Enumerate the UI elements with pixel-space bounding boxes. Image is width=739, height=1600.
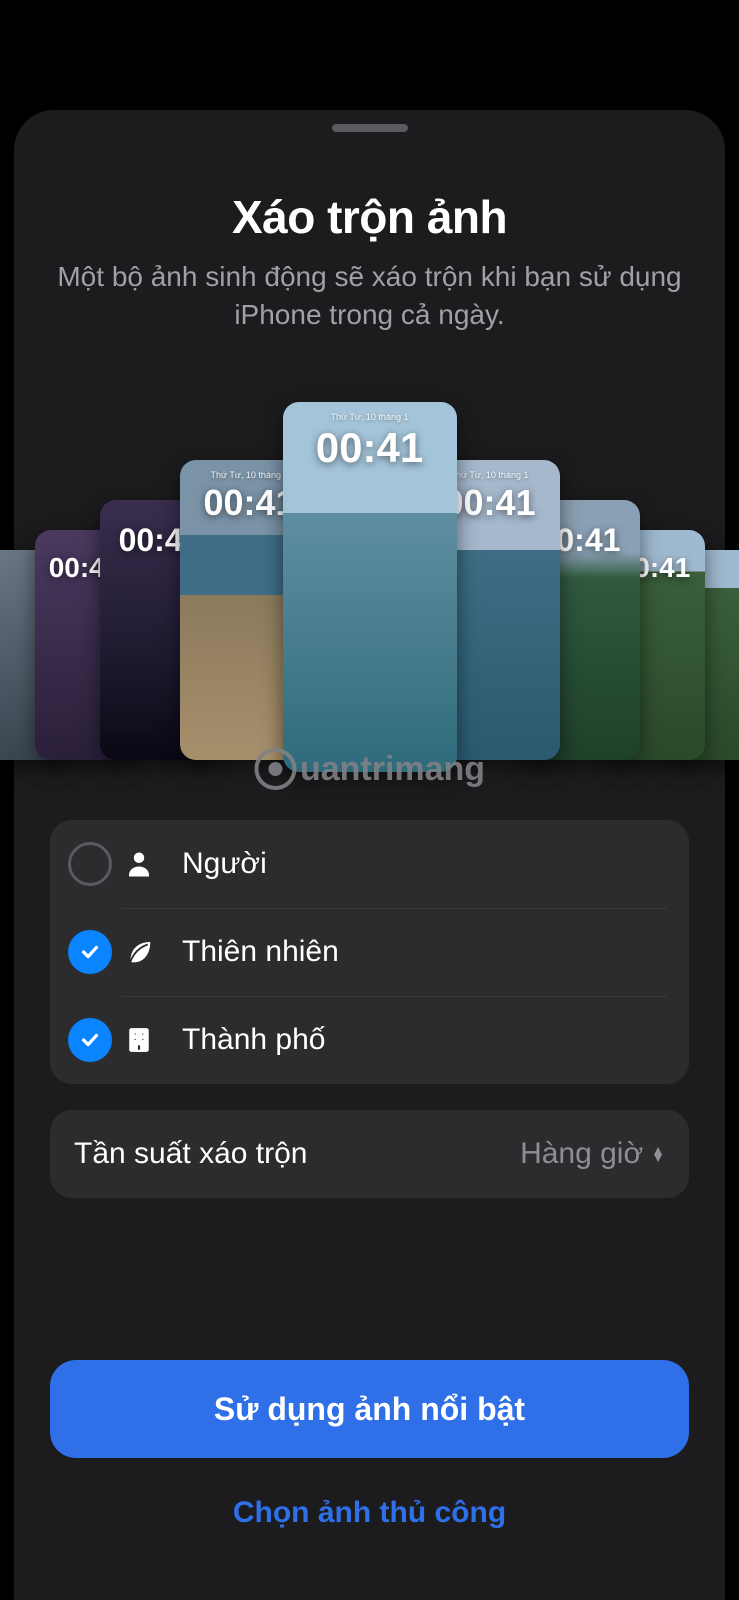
category-label: Thành phố (182, 1023, 325, 1057)
frequency-label: Tần suất xáo trộn (74, 1137, 307, 1171)
category-row-city[interactable]: Thành phố (50, 996, 689, 1084)
category-options-card: Người Thiên nhiên Thành phố (50, 820, 689, 1084)
checkbox-checked-icon[interactable] (68, 1018, 112, 1062)
leaf-icon (122, 937, 156, 967)
page-subtitle: Một bộ ảnh sinh động sẽ xáo trộn khi bạn… (54, 258, 685, 334)
frequency-value[interactable]: Hàng giờ ▲▼ (520, 1137, 665, 1171)
sheet-grabber[interactable] (332, 124, 408, 132)
frequency-row[interactable]: Tần suất xáo trộn Hàng giờ ▲▼ (50, 1110, 689, 1198)
watermark-q-icon (254, 748, 296, 790)
category-label: Người (182, 847, 267, 881)
shuffle-photos-sheet: Xáo trộn ảnh Một bộ ảnh sinh động sẽ xáo… (14, 110, 725, 1600)
updown-chevron-icon: ▲▼ (651, 1147, 665, 1161)
category-row-nature[interactable]: Thiên nhiên (50, 908, 689, 996)
person-icon (122, 849, 156, 879)
preview-date: Thứ Tư, 10 tháng 1 (283, 412, 457, 422)
watermark: uantrimang (254, 748, 485, 790)
building-icon (122, 1025, 156, 1055)
watermark-text: uantrimang (300, 750, 485, 789)
checkbox-unchecked-icon[interactable] (68, 842, 112, 886)
choose-manually-link[interactable]: Chọn ảnh thủ công (14, 1496, 725, 1530)
use-featured-photos-button[interactable]: Sử dụng ảnh nổi bật (50, 1360, 689, 1458)
category-row-people[interactable]: Người (50, 820, 689, 908)
wallpaper-preview-card-center[interactable]: Thứ Tư, 10 tháng 1 00:41 (283, 402, 457, 772)
checkbox-checked-icon[interactable] (68, 930, 112, 974)
wallpaper-carousel[interactable]: 00:41 00:41 Thứ Tư, 10 tháng 1 00:41 Thứ… (14, 362, 725, 782)
category-label: Thiên nhiên (182, 935, 339, 969)
preview-time: 00:41 (283, 424, 457, 472)
page-title: Xáo trộn ảnh (14, 190, 725, 244)
